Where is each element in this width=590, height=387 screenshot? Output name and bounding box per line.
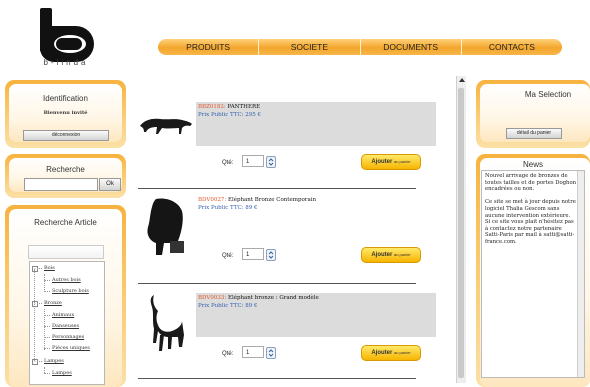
qty-label: Qté: xyxy=(222,253,234,259)
panther-statue-icon[interactable] xyxy=(138,110,194,136)
tree-toggle-bronze[interactable]: - xyxy=(32,301,38,307)
tree-header xyxy=(28,245,104,259)
article-search-title: Recherche Article xyxy=(34,218,97,227)
welcome-text: Bienvenu invité xyxy=(43,110,88,116)
tree-item-personnages[interactable]: Personnages xyxy=(52,334,84,340)
selection-title: Ma Selection xyxy=(524,90,572,99)
tree-item-pieces-uniques[interactable]: Pièces uniques xyxy=(52,345,90,351)
main-nav: PRODUITS SOCIETE DOCUMENTS CONTACTS xyxy=(158,39,562,55)
article-search-panel: Recherche Article - Bois Autres bois Scu… xyxy=(5,205,126,387)
category-tree: - Bois Autres bois Sculpture bois - Bron… xyxy=(29,261,105,385)
product-price: Prix Public TTC: 89 € xyxy=(198,303,258,309)
qty-input[interactable]: 1 xyxy=(242,155,264,167)
logo-text: b-linda xyxy=(43,58,89,67)
product-info: BBZ0182: PANTHERE Prix Public TTC: 295 € xyxy=(196,102,436,146)
news-content: Nouvel arrivage de bronzes de toutes tai… xyxy=(481,170,585,378)
add-to-cart-button[interactable]: Ajouter au panier xyxy=(361,247,421,263)
product-card: BBZ0182: PANTHERE Prix Public TTC: 295 €… xyxy=(138,100,445,192)
search-button[interactable]: Ok xyxy=(99,178,121,191)
news-title: News xyxy=(522,160,543,169)
tree-item-danseuses[interactable]: Danseuses xyxy=(52,323,79,329)
qty-spinner[interactable] xyxy=(266,249,276,261)
qty-spinner[interactable] xyxy=(266,347,276,359)
content-scrollbar[interactable] xyxy=(456,76,466,383)
nav-documents[interactable]: DOCUMENTS xyxy=(361,39,462,55)
scroll-up-arrow-icon[interactable] xyxy=(459,78,465,82)
product-info: BDV0027: Eléphant Bronze Contemporain Pr… xyxy=(196,195,436,239)
tree-item-sculpture-bois[interactable]: Sculpture bois xyxy=(52,288,89,294)
cart-detail-button[interactable]: détail du panier xyxy=(506,128,562,139)
scroll-thumb[interactable] xyxy=(458,88,464,378)
product-ref: BDV0027: xyxy=(198,197,227,203)
tree-toggle-bois[interactable]: - xyxy=(32,266,38,272)
product-name[interactable]: PANTHERE xyxy=(228,104,261,110)
add-to-cart-button[interactable]: Ajouter au panier xyxy=(361,345,421,361)
tree-item-lampes-sub[interactable]: Lampes xyxy=(52,370,72,376)
product-name[interactable]: Eléphant bronze : Grand modèle xyxy=(228,295,319,301)
news-panel: News Nouvel arrivage de bronzes de toute… xyxy=(476,154,590,387)
tree-item-animaux[interactable]: Animaux xyxy=(52,312,74,318)
tree-item-bronze[interactable]: Bronze xyxy=(44,300,62,306)
qty-spinner[interactable] xyxy=(266,156,276,168)
product-separator xyxy=(138,283,416,284)
identification-title: Identification xyxy=(43,94,88,103)
product-card: BDV0027: Eléphant Bronze Contemporain Pr… xyxy=(138,193,445,285)
tree-item-bois[interactable]: Bois xyxy=(44,265,55,271)
search-panel: Recherche Ok xyxy=(5,154,126,198)
tree-toggle-lampes[interactable]: - xyxy=(32,359,38,365)
product-ref: BBZ0182: xyxy=(198,104,226,110)
product-separator xyxy=(138,188,416,189)
nav-contacts[interactable]: CONTACTS xyxy=(462,39,562,55)
qty-label: Qté: xyxy=(222,351,234,357)
search-input[interactable] xyxy=(24,178,98,191)
nav-produits[interactable]: PRODUITS xyxy=(158,39,260,55)
news-text: Nouvel arrivage de bronzes de toutes tai… xyxy=(485,173,577,245)
elephant-trunk-up-icon[interactable] xyxy=(144,291,188,355)
logout-button[interactable]: déconnexion xyxy=(23,130,109,141)
selection-panel: Ma Selection détail du panier xyxy=(476,80,590,148)
qty-input[interactable]: 1 xyxy=(242,346,264,358)
product-info: BDV0033: Eléphant bronze : Grand modèle … xyxy=(196,293,436,337)
tree-item-lampes[interactable]: Lampes xyxy=(44,358,64,364)
product-price: Prix Public TTC: 89 € xyxy=(198,205,258,211)
qty-input[interactable]: 1 xyxy=(242,248,264,260)
product-price: Prix Public TTC: 295 € xyxy=(198,112,262,118)
product-name[interactable]: Eléphant Bronze Contemporain xyxy=(228,197,316,203)
tree-item-autres-bois[interactable]: Autres bois xyxy=(52,277,81,283)
product-separator xyxy=(138,378,416,379)
identification-panel: Identification Bienvenu invité déconnexi… xyxy=(5,80,126,148)
product-card: BDV0033: Eléphant bronze : Grand modèle … xyxy=(138,291,445,383)
search-title: Recherche xyxy=(46,165,85,174)
nav-societe[interactable]: SOCIETE xyxy=(259,39,361,55)
qty-label: Qté: xyxy=(222,160,234,166)
add-to-cart-button[interactable]: Ajouter au panier xyxy=(361,154,421,170)
elephant-statue-icon[interactable] xyxy=(142,197,188,257)
product-ref: BDV0033: xyxy=(198,295,227,301)
news-scrollbar[interactable] xyxy=(577,171,584,377)
